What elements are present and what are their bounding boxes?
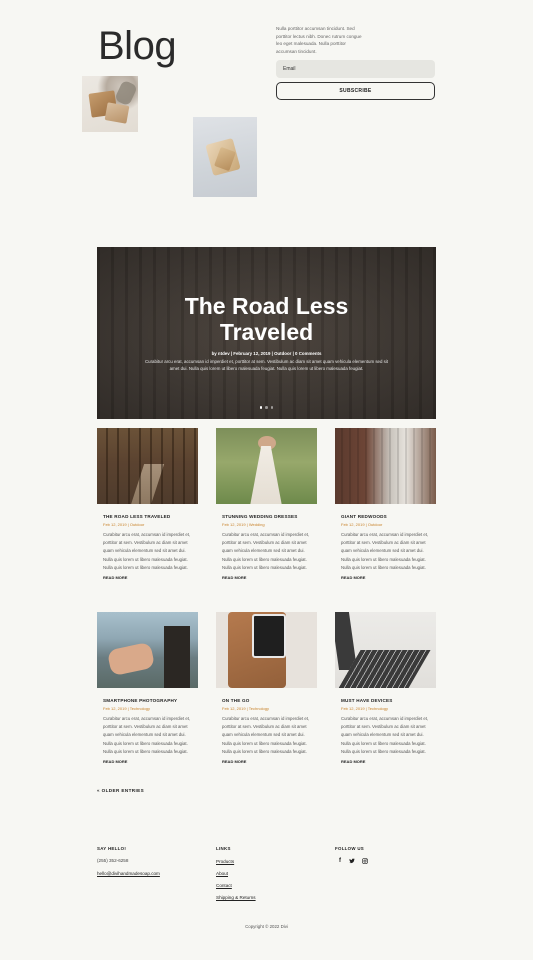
- post-title[interactable]: SMARTPHONE PHOTOGRAPHY: [103, 698, 198, 703]
- post-title[interactable]: ON THE GO: [222, 698, 317, 703]
- post-excerpt: Curabitur arcu erat, accumsan id imperdi…: [341, 532, 429, 570]
- post-card: THE ROAD LESS TRAVELED Feb 12, 2019 | Ou…: [97, 428, 198, 580]
- intro-text: Nulla porttitor accumsan tincidunt. Sed …: [276, 26, 362, 54]
- post-meta: Feb 12, 2019 | Technology: [341, 706, 388, 711]
- slider-dot-1[interactable]: [259, 406, 263, 409]
- post-meta: Feb 12, 2019 | Technology: [103, 706, 150, 711]
- read-more-link[interactable]: READ MORE: [222, 759, 317, 764]
- post-meta: Feb 12, 2019 | Outdoor: [103, 522, 145, 527]
- post-excerpt: Curabitur arcu erat, accumsan id imperdi…: [222, 716, 310, 754]
- slider-dots: [97, 406, 436, 409]
- post-thumbnail[interactable]: [216, 428, 317, 504]
- soap-photo-2: [193, 117, 257, 197]
- footer-link-shipping[interactable]: Shipping & Returns: [216, 895, 256, 900]
- featured-post-slider[interactable]: The Road Less Traveled by ntdev | Februa…: [97, 247, 436, 419]
- copyright-text: Copyright © 2022 Divi: [245, 924, 288, 929]
- post-excerpt: Curabitur arcu erat, accumsan id imperdi…: [103, 532, 191, 570]
- post-title[interactable]: MUST HAVE DEVICES: [341, 698, 436, 703]
- older-entries-link[interactable]: « OLDER ENTRIES: [97, 788, 144, 793]
- footer-heading-follow: FOLLOW US: [335, 846, 365, 851]
- twitter-icon[interactable]: [348, 858, 356, 866]
- email-field[interactable]: [276, 60, 435, 78]
- post-thumbnail[interactable]: [335, 428, 436, 504]
- post-card: MUST HAVE DEVICES Feb 12, 2019 | Technol…: [335, 612, 436, 764]
- slider-dot-3[interactable]: [270, 406, 274, 409]
- post-title[interactable]: STUNNING WEDDING DRESSES: [222, 514, 317, 519]
- post-card: STUNNING WEDDING DRESSES Feb 12, 2019 | …: [216, 428, 317, 580]
- post-meta: Feb 12, 2019 | Technology: [222, 706, 269, 711]
- post-thumbnail[interactable]: [97, 428, 198, 504]
- post-title[interactable]: THE ROAD LESS TRAVELED: [103, 514, 198, 519]
- post-excerpt: Curabitur arcu erat, accumsan id imperdi…: [222, 532, 310, 570]
- facebook-icon[interactable]: f: [336, 858, 344, 864]
- post-thumbnail[interactable]: [216, 612, 317, 688]
- subscribe-button[interactable]: SUBSCRIBE: [276, 82, 435, 100]
- page-title: Blog: [98, 24, 177, 68]
- post-card: GIANT REDWOODS Feb 12, 2019 | Outdoor Cu…: [335, 428, 436, 580]
- hero-title[interactable]: The Road Less Traveled: [97, 293, 436, 345]
- hero-excerpt: Curabitur arcu erat, accumsan id imperdi…: [144, 359, 389, 371]
- footer-link-about[interactable]: About: [216, 871, 228, 876]
- footer-link-contact[interactable]: Contact: [216, 883, 232, 888]
- post-thumbnail[interactable]: [97, 612, 198, 688]
- read-more-link[interactable]: READ MORE: [222, 575, 317, 580]
- footer-heading-links: LINKS: [216, 846, 231, 851]
- footer-link-products[interactable]: Products: [216, 859, 234, 864]
- post-excerpt: Curabitur arcu erat, accumsan id imperdi…: [341, 716, 429, 754]
- post-meta: Feb 12, 2019 | Outdoor: [341, 522, 383, 527]
- read-more-link[interactable]: READ MORE: [103, 759, 198, 764]
- read-more-link[interactable]: READ MORE: [341, 759, 436, 764]
- footer-heading-say-hello: SAY HELLO!: [97, 846, 127, 851]
- hero-meta: by ntdev | February 12, 2019 | Outdoor |…: [211, 351, 322, 356]
- post-card: SMARTPHONE PHOTOGRAPHY Feb 12, 2019 | Te…: [97, 612, 198, 764]
- soap-photo-1: [82, 76, 138, 132]
- post-card: ON THE GO Feb 12, 2019 | Technology Cura…: [216, 612, 317, 764]
- post-excerpt: Curabitur arcu erat, accumsan id imperdi…: [103, 716, 191, 754]
- post-meta: Feb 12, 2019 | Wedding: [222, 522, 265, 527]
- footer-phone: (255) 352-6258: [97, 858, 129, 863]
- instagram-icon[interactable]: [361, 858, 369, 866]
- post-thumbnail[interactable]: [335, 612, 436, 688]
- slider-dot-2[interactable]: [265, 406, 268, 409]
- read-more-link[interactable]: READ MORE: [341, 575, 436, 580]
- read-more-link[interactable]: READ MORE: [103, 575, 198, 580]
- footer-email-link[interactable]: hello@divihandmadesoap.com: [97, 871, 160, 876]
- post-title[interactable]: GIANT REDWOODS: [341, 514, 436, 519]
